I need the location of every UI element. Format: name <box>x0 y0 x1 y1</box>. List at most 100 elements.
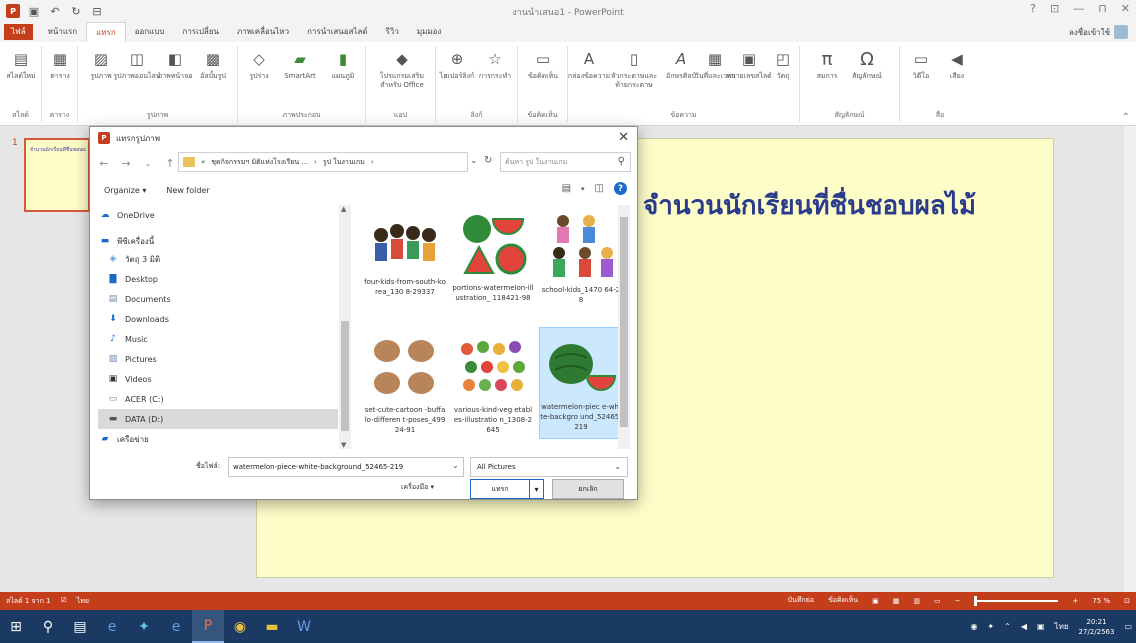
table-button[interactable]: ▦ ตาราง <box>43 48 77 81</box>
nav-item-videos[interactable]: ▣ Videos <box>106 369 353 389</box>
zoom-slider[interactable] <box>974 595 1059 606</box>
nav-scroll-thumb[interactable] <box>341 321 349 431</box>
preview-pane-icon[interactable]: ◫ <box>595 183 604 194</box>
zoom-level[interactable]: 75 % <box>1092 597 1110 605</box>
insert-dropdown-icon[interactable]: ▾ <box>530 479 544 499</box>
header-footer-button[interactable]: ▯ หัวกระดาษและท้ายกระดาษ <box>608 48 660 90</box>
slide-sorter-icon[interactable]: ▦ <box>893 597 900 605</box>
screenshot-button[interactable]: ◧ ภาพหน้าจอ <box>158 48 193 81</box>
photo-album-button[interactable]: ▩ อัลบั้มรูป <box>196 48 230 81</box>
powerpoint-taskbar-icon[interactable]: P <box>192 610 224 643</box>
collapse-ribbon-icon[interactable]: ⌃ <box>1122 112 1130 123</box>
address-segment-current[interactable]: รูป ในงานเกม <box>323 157 365 168</box>
hyperlink-button[interactable]: ⊕ ไฮเปอร์ลิงก์ <box>440 48 475 81</box>
equation-button[interactable]: π สมการ <box>810 48 844 81</box>
reading-view-icon[interactable]: ▥ <box>913 597 920 605</box>
organize-button[interactable]: Organize ▾ <box>104 186 146 195</box>
filename-input[interactable]: watermelon-piece-white-background_52465-… <box>228 457 464 477</box>
comment-button[interactable]: ▭ ข้อคิดเห็น <box>526 48 560 81</box>
online-pictures-button[interactable]: ◫ รูปภาพออนไลน์ <box>113 48 160 81</box>
search-input[interactable]: ค้นหา รูป ในงานเกม ⚲ <box>500 152 631 172</box>
address-bar[interactable]: « ชุดกิจกรรมฯ มิติแห่งโรงเรียน ... › รูป… <box>178 152 468 172</box>
tools-button[interactable]: เครื่องมือ ▾ <box>401 482 434 493</box>
file-scroll-thumb[interactable] <box>620 217 628 427</box>
insert-button[interactable]: แทรก <box>470 479 530 499</box>
nav-item-music[interactable]: ♪ Music <box>106 329 353 349</box>
address-overflow[interactable]: « <box>201 158 205 166</box>
notifications-icon[interactable]: ▭ <box>1124 622 1132 631</box>
scroll-down-icon[interactable]: ▼ <box>341 441 346 449</box>
dialog-close-icon[interactable]: ✕ <box>618 130 629 145</box>
zoom-in-icon[interactable]: + <box>1072 597 1078 605</box>
view-dropdown-icon[interactable]: ▾ <box>581 185 585 193</box>
clock[interactable]: 20:21 27/2/2563 <box>1079 617 1115 637</box>
chrome-icon[interactable]: ◉ <box>224 610 256 643</box>
shapes-button[interactable]: ◇ รูปร่าง <box>242 48 276 81</box>
forward-arrow-icon[interactable]: → <box>120 157 132 170</box>
back-arrow-icon[interactable]: ← <box>98 157 110 170</box>
symbol-button[interactable]: Ω สัญลักษณ์ <box>850 48 884 81</box>
address-dropdown-icon[interactable]: ⌄ <box>470 156 478 166</box>
redo-icon[interactable]: ↻ <box>69 4 83 18</box>
fit-slide-icon[interactable]: ⊡ <box>1124 597 1130 605</box>
zoom-out-icon[interactable]: − <box>955 597 961 605</box>
tab-animations[interactable]: ภาพเคลื่อนไหว <box>228 22 298 42</box>
app-icon[interactable]: ✦ <box>128 610 160 643</box>
slide-number-button[interactable]: ▣ หมายเลขสไลด์ <box>726 48 771 81</box>
network-tray-icon[interactable]: ▣ <box>1037 622 1045 631</box>
notes-button[interactable]: บันทึกย่อ <box>788 595 814 606</box>
tab-review[interactable]: รีวิว <box>377 22 408 42</box>
file-explorer-icon[interactable]: ▬ <box>256 610 288 643</box>
change-view-icon[interactable]: ▤ <box>562 183 571 194</box>
up-arrow-icon[interactable]: ↑ <box>164 157 176 170</box>
address-segment-parent[interactable]: ชุดกิจกรรมฯ มิติแห่งโรงเรียน ... <box>211 157 308 168</box>
search-icon[interactable]: ⚲ <box>32 610 64 643</box>
nav-item-documents[interactable]: ▤ Documents <box>106 289 353 309</box>
start-icon[interactable]: ⊞ <box>0 610 32 643</box>
nav-pane-scrollbar[interactable]: ▲ ▼ <box>339 205 351 449</box>
new-slide-button[interactable]: ▤ สไลด์ใหม่ <box>4 48 38 81</box>
tray-chevron-icon[interactable]: ⌃ <box>1004 622 1011 631</box>
nav-item-onedrive[interactable]: ☁ OneDrive <box>98 205 348 225</box>
slide-scrollbar[interactable] <box>1124 126 1136 592</box>
refresh-icon[interactable]: ↻ <box>484 155 492 166</box>
file-item[interactable]: school-kids_1470 64-28 <box>539 209 623 321</box>
task-view-icon[interactable]: ▤ <box>64 610 96 643</box>
nav-item-3d-objects[interactable]: ◈ วัตถุ 3 มิติ <box>106 249 353 269</box>
edge-icon[interactable]: e <box>96 610 128 643</box>
close-button[interactable]: ✕ <box>1121 2 1130 15</box>
file-item-selected[interactable]: watermelon-piec e-white-backgro und_5246… <box>539 327 623 439</box>
nav-item-drive-c[interactable]: ▭ ACER (C:) <box>106 389 353 409</box>
office-addins-button[interactable]: ◆ โปรแกรมเสริมสำหรับ Office <box>378 48 426 90</box>
tab-insert[interactable]: แทรก <box>86 22 126 42</box>
filename-dropdown-icon[interactable]: ⌄ <box>452 461 459 470</box>
tab-home[interactable]: หน้าแรก <box>39 22 87 42</box>
wordart-button[interactable]: A อักษรศิลป์ <box>664 48 698 81</box>
file-item[interactable]: set-cute-cartoon -buffalo-differen t-pos… <box>363 331 447 443</box>
word-icon[interactable]: W <box>288 610 320 643</box>
nav-item-pictures[interactable]: ▨ Pictures <box>106 349 353 369</box>
normal-view-icon[interactable]: ▣ <box>872 597 879 605</box>
tab-design[interactable]: ออกแบบ <box>126 22 174 42</box>
scroll-up-icon[interactable]: ▲ <box>341 205 346 213</box>
file-item[interactable]: various-kind-veg etables-illustratio n_1… <box>451 331 535 443</box>
file-item[interactable]: portions-watermelon-illustration_ 118421… <box>451 209 535 321</box>
help-icon[interactable]: ? <box>614 182 627 195</box>
video-button[interactable]: ▭ วิดีโอ <box>904 48 938 81</box>
filetype-select[interactable]: All Pictures ⌄ <box>470 457 628 477</box>
comments-button[interactable]: ข้อคิดเห็น <box>828 595 858 606</box>
recent-locations-chevron-icon[interactable]: ⌄ <box>142 159 154 168</box>
tray-apps-icon[interactable]: ✦ <box>987 622 994 631</box>
smartart-button[interactable]: ▰ SmartArt <box>278 48 322 81</box>
customize-icon[interactable]: ⊟ <box>90 4 104 18</box>
new-folder-button[interactable]: New folder <box>166 186 209 195</box>
minimize-button[interactable]: — <box>1073 2 1084 15</box>
nav-item-network[interactable]: ▰ เครือข่าย <box>98 431 348 447</box>
help-control[interactable]: ? <box>1030 2 1036 15</box>
nav-item-drive-d[interactable]: ▬ DATA (D:) <box>98 409 338 429</box>
cancel-button[interactable]: ยกเลิก <box>552 479 624 499</box>
file-list-scrollbar[interactable] <box>618 205 630 449</box>
slide-thumbnail[interactable]: จำนวนนักเรียนที่ชื่นชอบผลไม้ <box>24 138 90 212</box>
object-button[interactable]: ◰ วัตถุ <box>766 48 800 81</box>
spellcheck-icon[interactable]: ☑ <box>60 596 66 607</box>
